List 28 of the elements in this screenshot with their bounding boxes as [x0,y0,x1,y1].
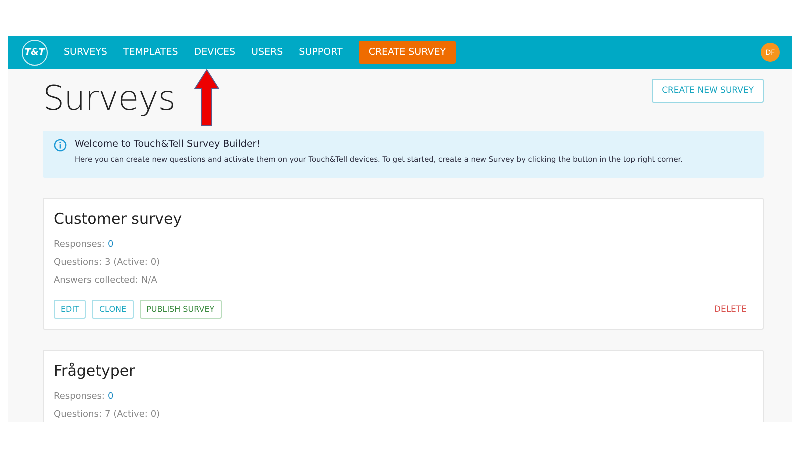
nav-link[interactable]: DEVICES [194,47,236,58]
logo[interactable]: T&T [22,40,48,66]
stat-value: N/A [141,276,158,286]
nav-link[interactable]: USERS [252,47,284,58]
action-button[interactable]: EDIT [54,300,86,319]
stat-value: 3 (Active: 0) [104,258,160,268]
action-button[interactable]: PUBLISH SURVEY [140,300,222,319]
stat-label: Questions: [54,410,102,420]
action-button[interactable]: CLONE [92,300,134,319]
nav-link[interactable]: TEMPLATES [123,47,178,58]
page-title: Surveys [43,79,176,119]
info-icon [54,139,67,152]
nav-link[interactable]: SUPPORT [299,47,343,58]
stat-label: Answers collected: [54,276,138,286]
stat-link[interactable]: 0 [108,240,114,250]
delete-link[interactable]: DELETE [714,304,747,314]
survey-name: Customer survey [54,210,184,228]
create-new-survey-button[interactable]: CREATE NEW SURVEY [652,79,764,103]
stat-label: Responses: [54,240,105,250]
stat-link[interactable]: 0 [108,392,114,402]
alert-title: Welcome to Touch&Tell Survey Builder! [75,139,262,150]
stat-label: Responses: [54,392,105,402]
nav-link[interactable]: SURVEYS [64,47,108,58]
up-arrow-icon [194,69,220,127]
create-survey-button[interactable]: CREATE SURVEY [358,41,456,64]
stat-value: 7 (Active: 0) [104,410,160,420]
stat-label: Questions: [54,258,102,268]
survey-name: Frågetyper [54,362,136,380]
